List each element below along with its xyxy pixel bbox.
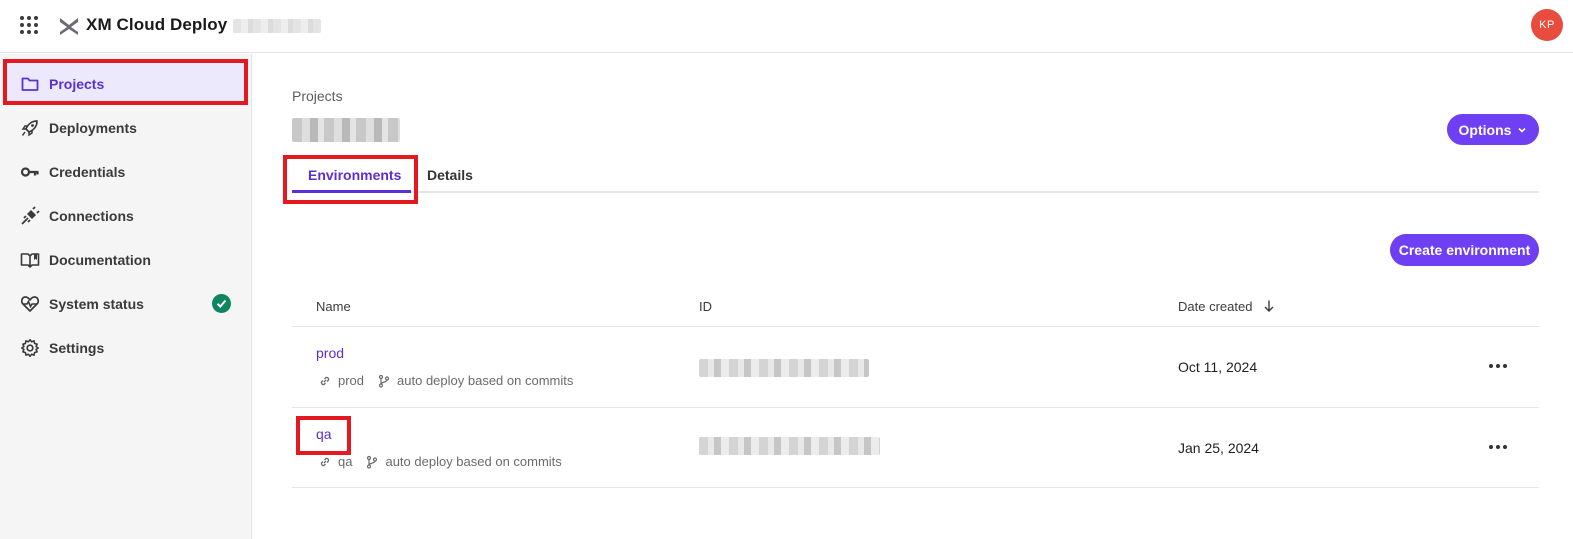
gear-icon <box>21 339 39 357</box>
book-icon <box>20 253 40 268</box>
options-label: Options <box>1458 121 1512 138</box>
create-environment-button[interactable]: Create environment <box>1390 234 1539 266</box>
sidebar-item-label: Projects <box>49 76 105 92</box>
sidebar-item-connections[interactable]: Connections <box>6 195 246 237</box>
rocket-icon <box>21 120 38 137</box>
sidebar-item-credentials[interactable]: Credentials <box>6 151 246 193</box>
chevron-down-icon <box>1518 127 1527 133</box>
sidebar-item-system-status[interactable]: System status <box>6 283 246 325</box>
options-button[interactable]: Options <box>1447 114 1539 145</box>
row-divider <box>292 487 1539 488</box>
git-branch-icon <box>367 455 378 469</box>
row-actions-more-icon[interactable] <box>1489 359 1509 373</box>
top-bar: XM Cloud Deploy KP <box>0 0 1573 53</box>
sidebar-item-label: Credentials <box>49 164 126 180</box>
redacted-environment-id <box>699 359 869 377</box>
sidebar-item-label: Deployments <box>49 120 137 136</box>
row-actions-more-icon[interactable] <box>1489 440 1509 454</box>
date-created: Jan 25, 2024 <box>1178 440 1259 456</box>
xm-cloud-logo-icon <box>60 18 78 35</box>
sidebar-item-label: Settings <box>49 340 105 356</box>
sidebar: Projects Deployments Credentials Connect… <box>0 54 252 539</box>
environment-meta: qa auto deploy based on commits <box>318 454 562 469</box>
redacted-project-name <box>292 118 400 142</box>
environment-link-qa[interactable]: qa <box>316 426 332 442</box>
git-branch-icon <box>378 374 390 388</box>
link-icon <box>320 457 330 466</box>
tab-environments[interactable]: Environments <box>308 167 401 183</box>
sidebar-item-documentation[interactable]: Documentation <box>6 239 246 281</box>
deploy-mode: auto deploy based on commits <box>385 454 562 469</box>
redacted-environment-id <box>699 437 880 455</box>
column-header-date-created[interactable]: Date created <box>1178 299 1252 314</box>
sidebar-item-label: Connections <box>49 208 134 224</box>
sidebar-item-label: System status <box>49 296 144 312</box>
plug-icon <box>21 206 40 225</box>
status-ok-icon <box>212 294 231 313</box>
link-icon <box>320 376 330 385</box>
app-switcher-icon[interactable] <box>20 16 38 34</box>
row-divider <box>292 407 1539 408</box>
environment-meta: prod auto deploy based on commits <box>318 373 573 388</box>
folder-icon <box>21 77 39 91</box>
branch-name: prod <box>338 373 365 388</box>
date-created: Oct 11, 2024 <box>1178 359 1258 375</box>
column-header-name[interactable]: Name <box>316 299 351 314</box>
environment-link-prod[interactable]: prod <box>316 345 344 361</box>
redacted-org-name <box>233 19 321 33</box>
sort-descending-icon[interactable] <box>1263 299 1275 313</box>
sidebar-item-label: Documentation <box>49 252 151 268</box>
key-icon <box>20 167 39 177</box>
sidebar-item-deployments[interactable]: Deployments <box>6 107 246 149</box>
app-title: XM Cloud Deploy <box>86 15 228 34</box>
tab-details[interactable]: Details <box>427 167 473 183</box>
user-avatar[interactable]: KP <box>1531 9 1563 41</box>
sidebar-item-settings[interactable]: Settings <box>6 327 246 369</box>
heartbeat-icon <box>20 296 40 312</box>
breadcrumb[interactable]: Projects <box>292 88 343 104</box>
tab-bar: Environments Details <box>292 155 1539 193</box>
sidebar-item-projects[interactable]: Projects <box>6 63 246 105</box>
branch-name: qa <box>338 454 353 469</box>
row-divider <box>292 326 1539 327</box>
column-header-id[interactable]: ID <box>699 299 712 314</box>
active-tab-indicator <box>292 190 411 193</box>
deploy-mode: auto deploy based on commits <box>397 373 574 388</box>
